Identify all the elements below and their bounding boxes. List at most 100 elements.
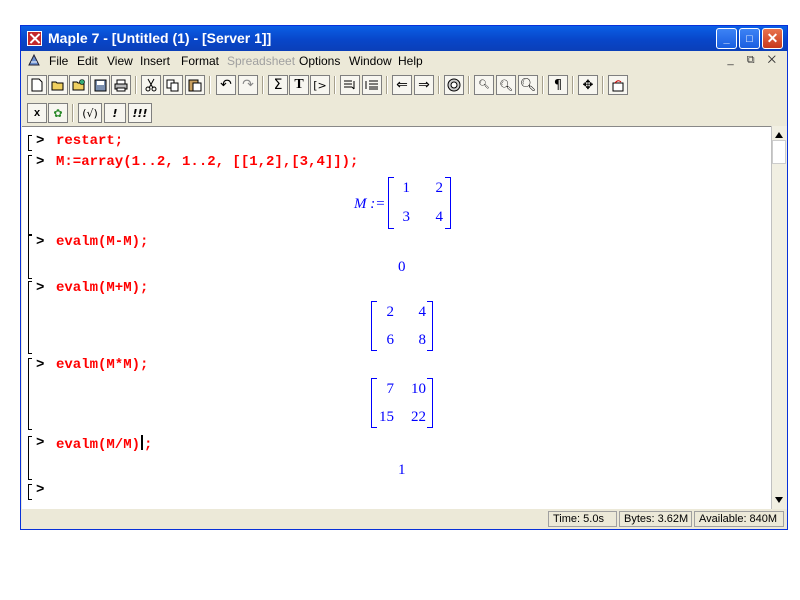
check-button[interactable]: (√) [78,103,102,123]
input-array[interactable]: M:=array(1..2, 1..2, [[1,2],[3,4]]); [56,154,358,170]
maple-leaf-icon[interactable]: ✿ [48,103,68,123]
back-icon[interactable]: ⇐ [392,75,412,95]
input-minus[interactable]: evalm(M-M); [56,234,148,250]
expand-icon[interactable]: ✥ [578,75,598,95]
toolbar-separator [135,76,137,94]
input-restart[interactable]: restart; [56,133,123,149]
paragraph-icon[interactable]: ¶ [548,75,568,95]
scroll-thumb[interactable] [772,140,786,164]
cut-icon[interactable] [141,75,161,95]
toolbar-separator [262,76,264,94]
context-toolbar: x ✿ (√) ! !!! [21,100,787,126]
input-divide-text: evalm(M/M) [56,437,141,453]
matrix-times: 7 10 15 22 [371,378,433,428]
execution-group-bracket[interactable] [28,436,32,480]
scroll-up-icon[interactable] [775,132,783,138]
prompt: > [36,234,45,250]
menu-window[interactable]: Window [349,54,392,68]
new-icon[interactable] [27,75,47,95]
prompt: > [36,357,45,373]
worksheet[interactable]: > restart; > M:=array(1..2, 1..2, [[1,2]… [22,126,772,509]
menu-help[interactable]: Help [398,54,423,68]
matrix-cell: 22 [411,409,426,425]
menu-format[interactable]: Format [181,54,219,68]
zoom-small-icon[interactable]: 🔍︎ [474,75,494,95]
text-cursor [141,435,144,450]
interrupt-icon[interactable] [444,75,464,95]
toolbar-separator [209,76,211,94]
menu-edit[interactable]: Edit [77,54,98,68]
print-icon[interactable] [111,75,131,95]
group-join-icon[interactable] [340,75,360,95]
prompt: > [36,280,45,296]
title-bar[interactable]: Maple 7 - [Untitled (1) - [Server 1]] _ … [21,26,787,51]
maximize-button[interactable]: □ [739,28,760,49]
prompt-empty[interactable]: > [36,482,44,498]
paste-icon[interactable] [185,75,205,95]
execution-group-bracket[interactable] [28,281,32,354]
input-divide[interactable]: evalm(M/M); [56,435,152,453]
matrix-cell: 15 [379,409,394,425]
window-title: Maple 7 - [Untitled (1) - [Server 1]] [48,30,272,46]
matrix-M: 1 2 3 4 [388,177,451,229]
menu-bar: File Edit View Insert Format Spreadsheet… [21,51,787,71]
group-split-icon[interactable] [362,75,382,95]
execution-group-bracket[interactable] [28,235,32,279]
matrix-cell: 1 [402,180,411,196]
toolbar-separator [72,104,74,122]
matrix-cell: 3 [402,209,411,225]
status-time: Time: 5.0s [548,511,617,527]
toolbar-separator [438,76,440,94]
toolbar-separator [572,76,574,94]
execution-group-bracket[interactable] [28,155,32,235]
x-button[interactable]: x [27,103,47,123]
sigma-icon[interactable]: Σ [268,75,288,95]
save-icon[interactable] [90,75,110,95]
open-icon[interactable] [48,75,68,95]
execution-group-bracket[interactable] [28,484,32,500]
forward-icon[interactable]: ⇒ [414,75,434,95]
undo-icon[interactable]: ↶ [216,75,236,95]
matrix-cell: 4 [418,304,427,320]
matrix-cell: 10 [411,381,426,397]
menu-spreadsheet[interactable]: Spreadsheet [227,54,295,68]
status-bytes: Bytes: 3.62M [619,511,692,527]
maple-window: Maple 7 - [Untitled (1) - [Server 1]] _ … [20,25,788,530]
input-times[interactable]: evalm(M*M); [56,357,148,373]
maple-logo-icon[interactable] [27,31,42,46]
prompt: > [36,435,45,451]
matrix-cell: 4 [435,209,444,225]
minimize-button[interactable]: _ [716,28,737,49]
open-url-icon[interactable] [69,75,89,95]
insert-prompt-icon[interactable]: [> [310,75,330,95]
zoom-medium-icon[interactable]: 🔍︎ [496,75,516,95]
menu-insert[interactable]: Insert [140,54,170,68]
matrix-cell: 8 [418,332,427,348]
mdi-controls[interactable]: _ ⧉ ✕ [728,54,781,67]
restart-kernel-icon[interactable] [608,75,628,95]
execute-all-button[interactable]: !!! [128,103,152,123]
status-available: Available: 840M [694,511,784,527]
matrix-cell: 2 [435,180,444,196]
zoom-large-icon[interactable]: 🔍︎ [518,75,538,95]
menu-view[interactable]: View [107,54,133,68]
menu-file[interactable]: File [49,54,68,68]
input-plus[interactable]: evalm(M+M); [56,280,148,296]
close-button[interactable]: ✕ [762,28,783,49]
execution-group-bracket[interactable] [28,135,32,151]
execute-button[interactable]: ! [104,103,126,123]
document-menu-icon[interactable] [27,53,41,67]
copy-icon[interactable] [163,75,183,95]
matrix-cell: 2 [386,304,395,320]
input-divide-semicolon: ; [144,437,153,453]
prompt: > [36,154,45,170]
text-mode-icon[interactable]: T [289,75,309,95]
matrix-cell: 7 [386,381,395,397]
scroll-down-icon[interactable] [775,497,783,503]
menu-options[interactable]: Options [299,54,340,68]
matrix-cell: 6 [386,332,395,348]
redo-icon[interactable]: ↷ [238,75,258,95]
vertical-scrollbar[interactable] [771,126,787,509]
execution-group-bracket[interactable] [28,358,32,430]
toolbar-separator [542,76,544,94]
